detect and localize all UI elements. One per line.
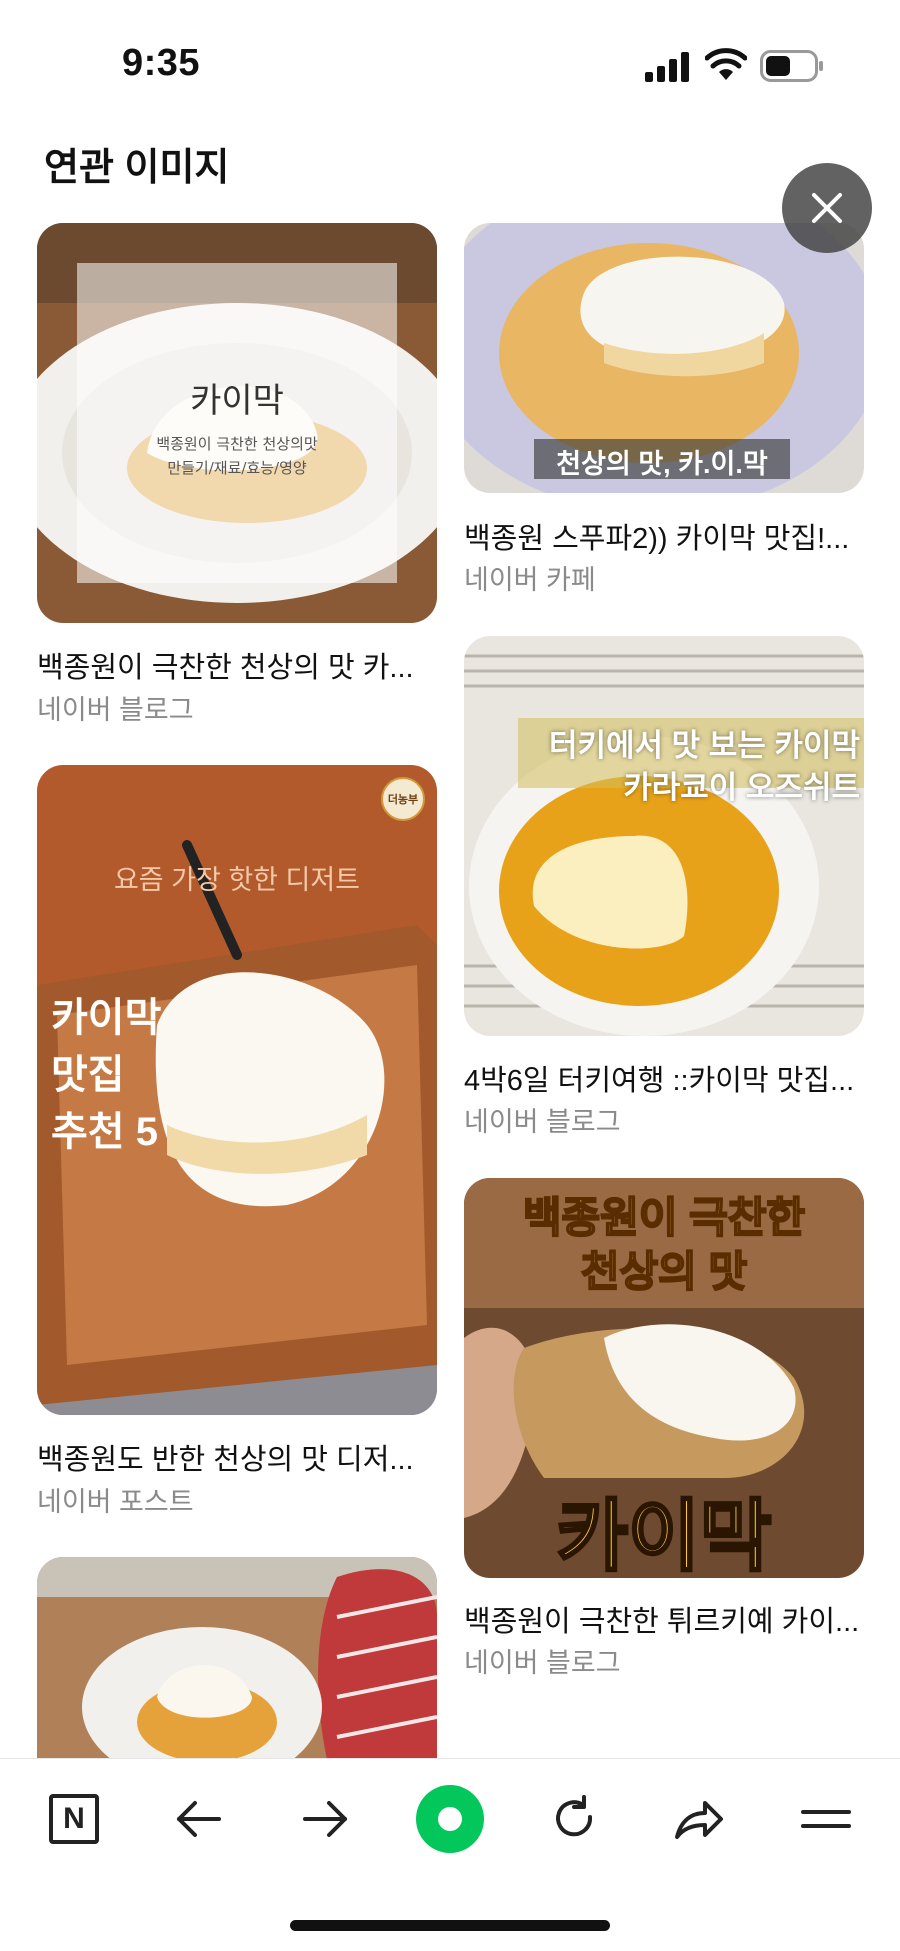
naver-home-button[interactable]: N [38, 1759, 110, 1879]
image-thumbnail-kaymak-plate[interactable]: 카이막 백종원이 극찬한 천상의맛 만들기/재료/효능/영양 [37, 223, 437, 623]
forward-button[interactable] [289, 1759, 361, 1879]
overlay-top-1: 백종원이 극찬한 [522, 1193, 806, 1242]
share-button[interactable] [663, 1759, 735, 1879]
overlay-big-2: 맛집 [51, 1053, 125, 1097]
overlay-subtitle-1: 백종원이 극찬한 천상의맛 [156, 435, 318, 453]
overlay-line-1: 터키에서 맛 보는 카이막 [548, 728, 860, 763]
card-title[interactable]: 백종원도 반한 천상의 맛 디저... [37, 1436, 414, 1478]
green-dot-button[interactable] [412, 1759, 488, 1879]
overlay-top-2: 천상의 맛 [580, 1247, 748, 1296]
image-thumbnail-turkey-kaymak[interactable]: 터키에서 맛 보는 카이막 카라쿄이 오즈쉬트 [464, 636, 864, 1036]
overlay-title: 카이막 [190, 381, 284, 421]
card-title[interactable]: 백종원이 극찬한 튀르키예 카이... [464, 1598, 859, 1640]
arrow-left-icon [177, 1801, 221, 1837]
overlay-big-3: 추천 5 [51, 1110, 158, 1154]
badge-label: 더농부 [387, 794, 419, 806]
green-dot-icon [416, 1785, 484, 1853]
overlay-big-1: 카이막 [51, 996, 162, 1040]
card-source: 네이버 블로그 [464, 1648, 621, 1678]
menu-button[interactable] [790, 1759, 862, 1879]
home-indicator [290, 1920, 610, 1931]
image-thumbnail-dessert-top5[interactable]: 더농부 요즘 가장 핫한 디저트 카이막 맛집 추천 5 [37, 765, 437, 1415]
status-bar: 9:35 [0, 0, 900, 120]
close-icon [812, 193, 842, 223]
naver-logo-letter: N [63, 1802, 85, 1835]
signal-icon [645, 52, 689, 82]
card-title[interactable]: 백종원이 극찬한 천상의 맛 카... [37, 644, 414, 686]
kaymak-plate-image [37, 223, 437, 623]
refresh-icon [556, 1795, 593, 1837]
naver-logo-icon: N [49, 1794, 99, 1844]
wifi-icon [705, 48, 747, 80]
turkey-kaymak-image [464, 636, 864, 1036]
image-thumbnail-kaymak-honey[interactable]: 천상의 맛, 카.이.막 [464, 223, 864, 493]
card-source: 네이버 카페 [464, 565, 596, 595]
card-title[interactable]: 백종원 스푸파2)) 카이막 맛집!... [464, 515, 849, 557]
green-dot-center [438, 1807, 462, 1831]
section-title: 연관 이미지 [44, 147, 230, 189]
overlay-caption: 천상의 맛, 카.이.막 [556, 449, 768, 479]
status-time: 9:35 [122, 42, 201, 84]
card-title[interactable]: 4박6일 터키여행 ::카이막 맛집... [464, 1057, 854, 1099]
arrow-right-icon [303, 1801, 347, 1837]
overlay-top: 요즘 가장 핫한 디저트 [113, 865, 361, 895]
back-button[interactable] [163, 1759, 235, 1879]
card-source: 네이버 블로그 [464, 1107, 621, 1137]
image-thumbnail-kaymak-bread[interactable]: 백종원이 극찬한 천상의 맛 카이막 [464, 1178, 864, 1578]
card-source: 네이버 블로그 [37, 695, 194, 725]
overlay-line-2: 카라쿄이 오즈쉬트 [623, 770, 860, 805]
battery-icon [760, 50, 823, 82]
refresh-button[interactable] [538, 1759, 610, 1879]
menu-icon [801, 1810, 851, 1828]
overlay-subtitle-2: 만들기/재료/효능/영양 [167, 459, 307, 477]
close-button[interactable] [782, 163, 872, 253]
card-source: 네이버 포스트 [37, 1487, 194, 1517]
share-icon [675, 1801, 723, 1839]
overlay-bottom: 카이막 [555, 1491, 773, 1579]
